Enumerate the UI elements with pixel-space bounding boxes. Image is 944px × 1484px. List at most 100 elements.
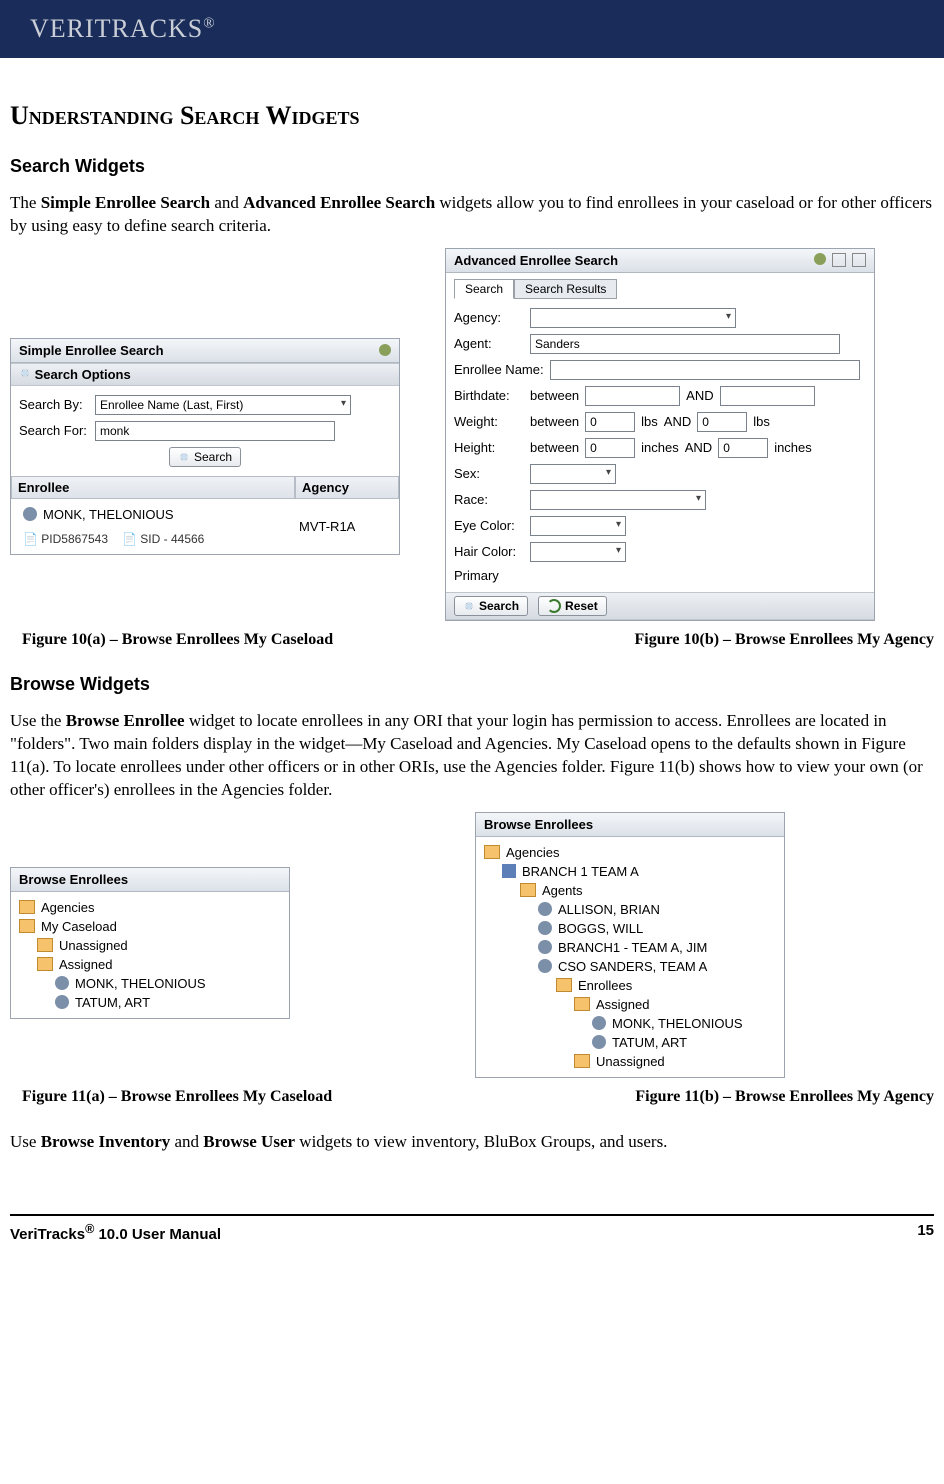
browse-title: Browse Enrollees: [484, 817, 593, 832]
sex-select[interactable]: [530, 464, 616, 484]
magnifier-icon: [19, 367, 31, 379]
height-from-input[interactable]: [585, 438, 635, 458]
tree-item[interactable]: Assigned: [19, 955, 281, 974]
tree-item[interactable]: CSO SANDERS, TEAM A: [484, 957, 776, 976]
tree-item[interactable]: TATUM, ART: [19, 993, 281, 1012]
magnifier-icon: [178, 451, 190, 463]
eye-color-select[interactable]: [530, 516, 626, 536]
advanced-reset-button[interactable]: Reset: [538, 596, 607, 616]
agent-input[interactable]: [530, 334, 840, 354]
height-label: Height:: [454, 440, 524, 455]
simple-widget-title: Simple Enrollee Search: [19, 343, 164, 358]
person-icon: [592, 1035, 606, 1049]
minimize-icon[interactable]: [832, 253, 846, 267]
tree-item[interactable]: Agents: [484, 881, 776, 900]
enrollee-name-label: Enrollee Name:: [454, 362, 544, 377]
tab-search[interactable]: Search: [454, 279, 514, 299]
person-icon: [55, 976, 69, 990]
folder-icon: [19, 919, 35, 933]
birthdate-label: Birthdate:: [454, 388, 524, 403]
tree-item[interactable]: Assigned: [484, 995, 776, 1014]
agent-label: Agent:: [454, 336, 524, 351]
figure-caption-11a: Figure 11(a) – Browse Enrollees My Casel…: [22, 1088, 332, 1106]
person-icon: [23, 507, 37, 521]
tree-item[interactable]: Agencies: [484, 843, 776, 862]
tree-item[interactable]: ALLISON, BRIAN: [484, 900, 776, 919]
branch-icon: [502, 864, 516, 878]
folder-icon: [19, 900, 35, 914]
person-icon: [538, 902, 552, 916]
browse-enrollees-agency-widget: Browse Enrollees Agencies BRANCH 1 TEAM …: [475, 812, 785, 1078]
page-footer: VeriTracks® 10.0 User Manual 15: [10, 1214, 934, 1263]
search-options-header[interactable]: Search Options: [11, 363, 399, 386]
figure-caption-11b: Figure 11(b) – Browse Enrollees My Agenc…: [635, 1088, 934, 1106]
brand-banner: VERITRACKS®: [0, 0, 944, 58]
tree-item[interactable]: My Caseload: [19, 917, 281, 936]
tree-item[interactable]: Unassigned: [484, 1052, 776, 1071]
browse-title: Browse Enrollees: [19, 872, 128, 887]
search-by-select[interactable]: Enrollee Name (Last, First): [95, 395, 351, 415]
reset-icon: [547, 599, 561, 613]
refresh-icon[interactable]: [379, 344, 391, 356]
col-agency[interactable]: Agency: [295, 476, 399, 499]
race-label: Race:: [454, 492, 524, 507]
tree-item[interactable]: TATUM, ART: [484, 1033, 776, 1052]
tree-item[interactable]: MONK, THELONIOUS: [19, 974, 281, 993]
advanced-enrollee-search-widget: Advanced Enrollee Search Search Search R…: [445, 248, 875, 621]
race-select[interactable]: [530, 490, 706, 510]
folder-icon: [37, 957, 53, 971]
page-title: Understanding Search Widgets: [10, 101, 934, 131]
folder-icon: [520, 883, 536, 897]
search-for-label: Search For:: [19, 423, 89, 438]
birthdate-from-input[interactable]: [585, 386, 680, 406]
primary-label: Primary: [454, 568, 524, 583]
advanced-widget-title: Advanced Enrollee Search: [454, 253, 618, 268]
simple-enrollee-search-widget: Simple Enrollee Search Search Options Se…: [10, 338, 400, 555]
tree-item[interactable]: BRANCH 1 TEAM A: [484, 862, 776, 881]
refresh-icon[interactable]: [814, 253, 826, 265]
tree-item[interactable]: BOGGS, WILL: [484, 919, 776, 938]
person-icon: [538, 959, 552, 973]
search-widgets-paragraph: The Simple Enrollee Search and Advanced …: [10, 192, 934, 238]
person-icon: [55, 995, 69, 1009]
hair-color-label: Hair Color:: [454, 544, 524, 559]
tree-item[interactable]: Agencies: [19, 898, 281, 917]
browse-inventory-paragraph: Use Browse Inventory and Browse User wid…: [10, 1131, 934, 1154]
maximize-icon[interactable]: [852, 253, 866, 267]
agency-select[interactable]: [530, 308, 736, 328]
table-row[interactable]: MONK, THELONIOUS 📄 PID5867543 📄 SID - 44…: [11, 499, 399, 554]
col-enrollee[interactable]: Enrollee: [11, 476, 295, 499]
folder-icon: [574, 997, 590, 1011]
search-for-input[interactable]: [95, 421, 335, 441]
brand-logo: VERITRACKS®: [30, 14, 216, 44]
eye-color-label: Eye Color:: [454, 518, 524, 533]
advanced-search-button[interactable]: Search: [454, 596, 528, 616]
simple-search-button[interactable]: Search: [169, 447, 241, 467]
enrollee-name-input[interactable]: [550, 360, 860, 380]
figure-caption-10b: Figure 10(b) – Browse Enrollees My Agenc…: [634, 631, 934, 649]
folder-icon: [484, 845, 500, 859]
tree-item[interactable]: BRANCH1 - TEAM A, JIM: [484, 938, 776, 957]
search-by-label: Search By:: [19, 397, 89, 412]
hair-color-select[interactable]: [530, 542, 626, 562]
browse-enrollees-caseload-widget: Browse Enrollees Agencies My Caseload Un…: [10, 867, 290, 1019]
height-to-input[interactable]: [718, 438, 768, 458]
weight-to-input[interactable]: [697, 412, 747, 432]
weight-from-input[interactable]: [585, 412, 635, 432]
person-icon: [538, 940, 552, 954]
folder-icon: [574, 1054, 590, 1068]
person-icon: [538, 921, 552, 935]
folder-icon: [37, 938, 53, 952]
tab-search-results[interactable]: Search Results: [514, 279, 617, 299]
tree-item[interactable]: Enrollees: [484, 976, 776, 995]
section-search-widgets: Search Widgets: [10, 156, 934, 177]
sex-label: Sex:: [454, 466, 524, 481]
agency-label: Agency:: [454, 310, 524, 325]
weight-label: Weight:: [454, 414, 524, 429]
tree-item[interactable]: MONK, THELONIOUS: [484, 1014, 776, 1033]
tree-item[interactable]: Unassigned: [19, 936, 281, 955]
folder-icon: [556, 978, 572, 992]
magnifier-icon: [463, 600, 475, 612]
birthdate-to-input[interactable]: [720, 386, 815, 406]
page-number: 15: [917, 1222, 934, 1243]
